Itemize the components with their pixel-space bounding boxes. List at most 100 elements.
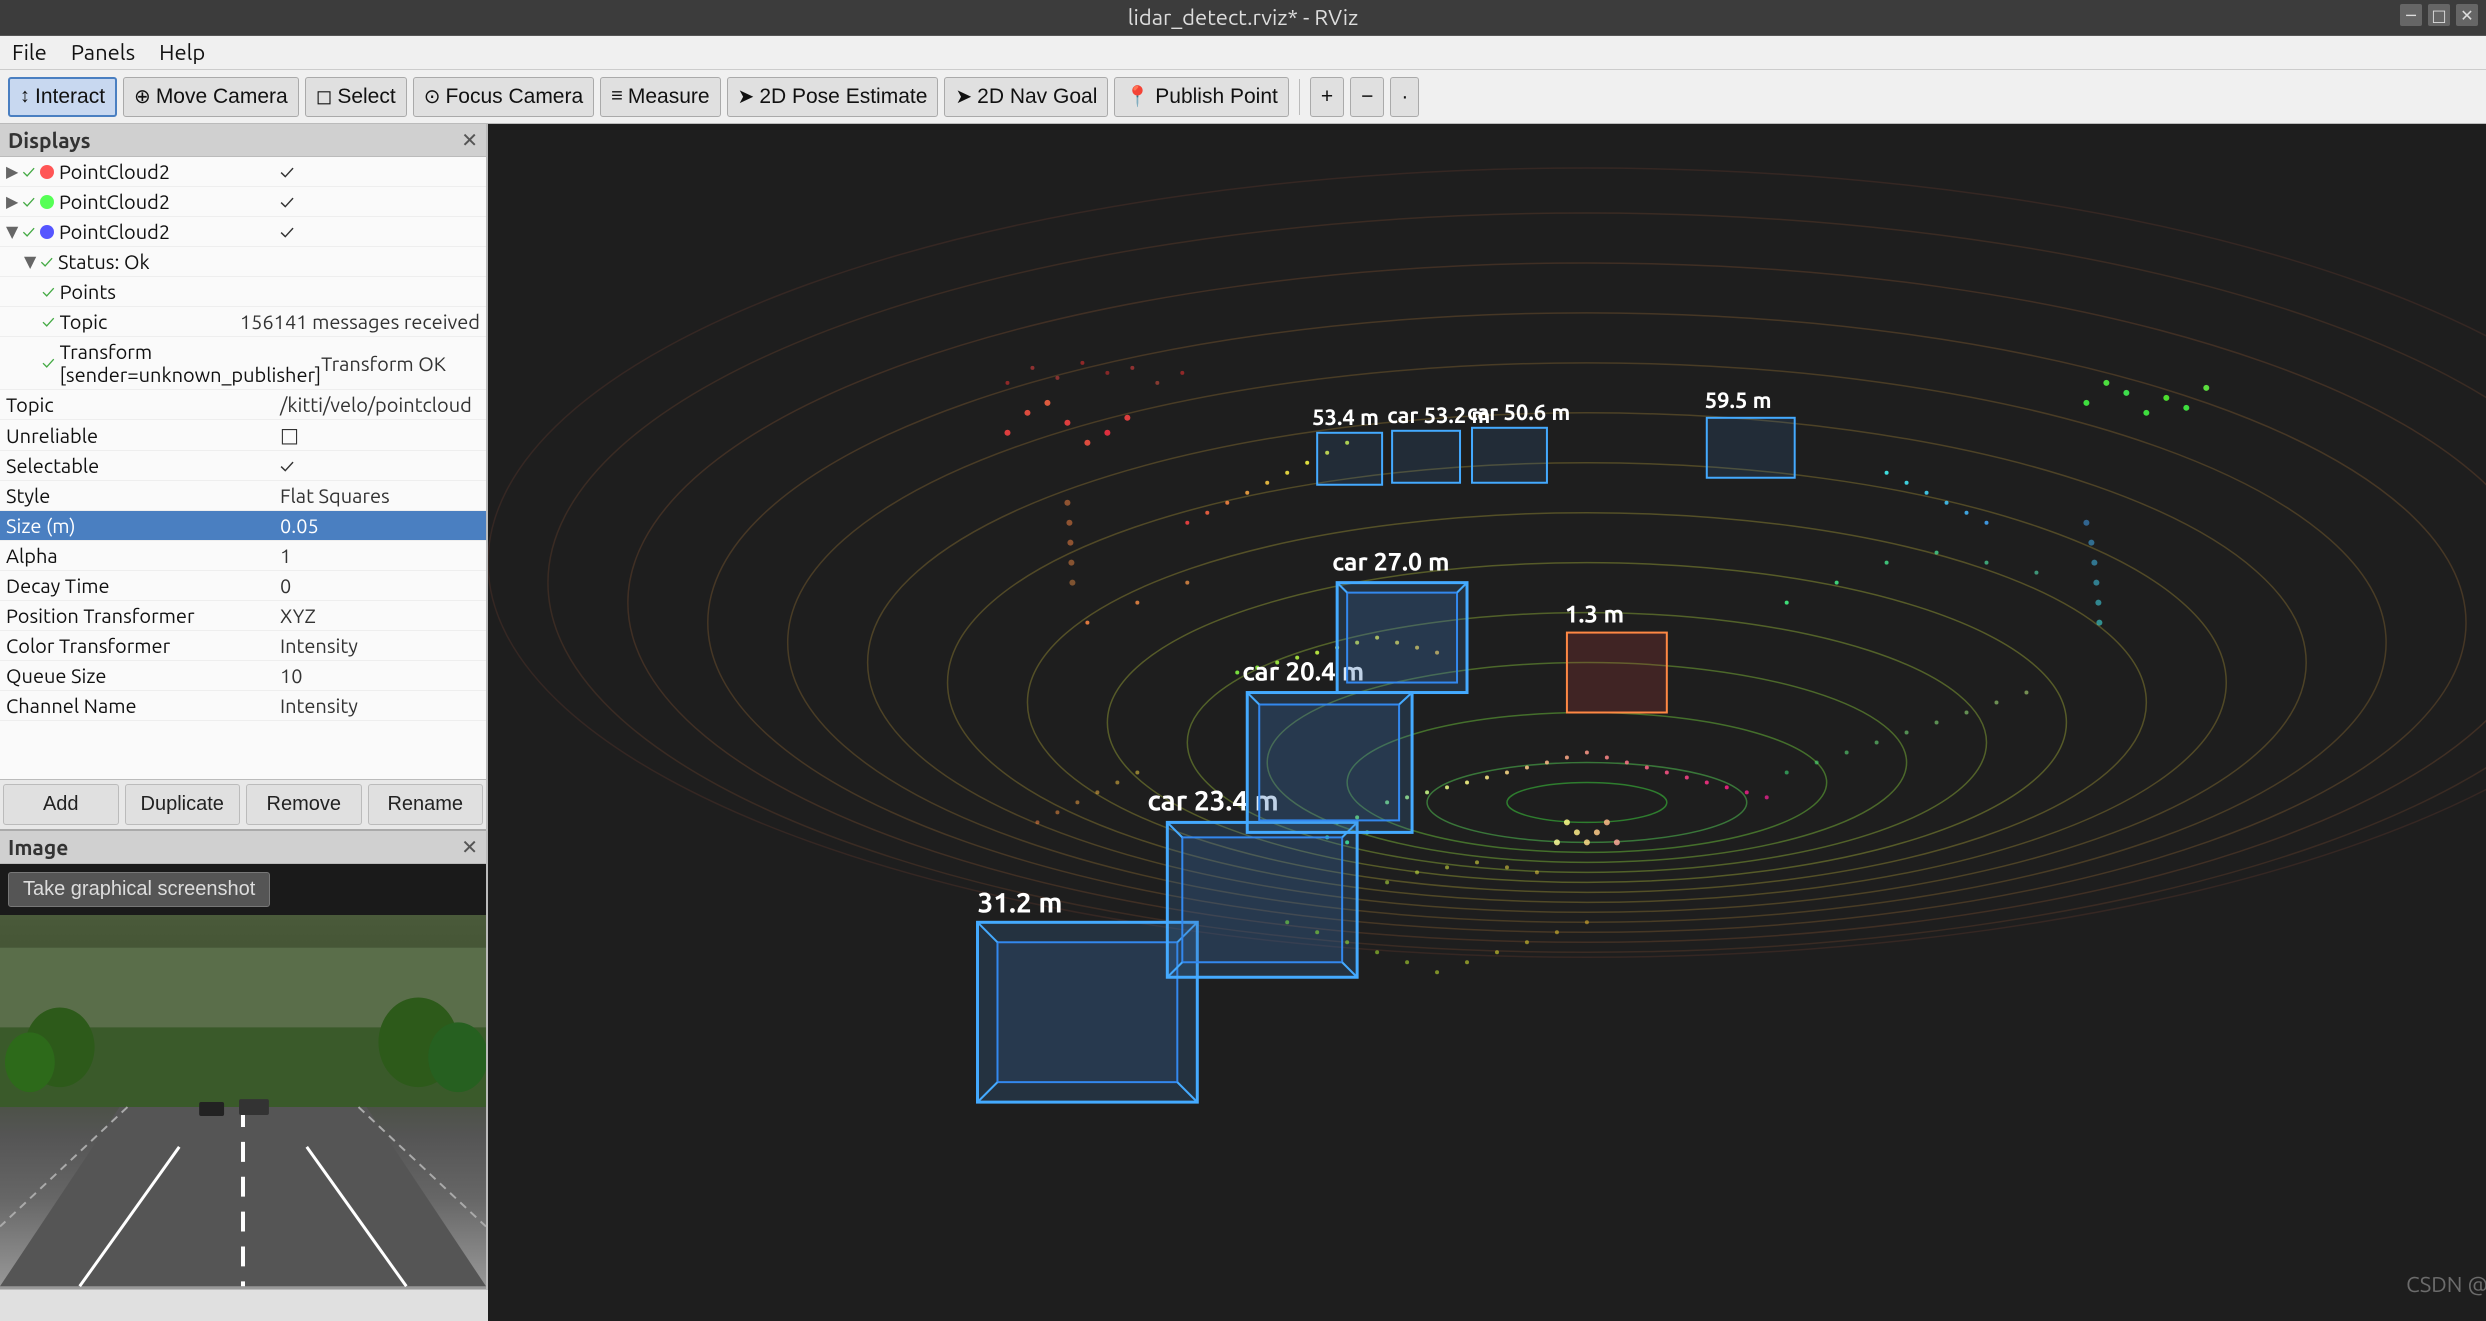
- image-close-button[interactable]: ✕: [461, 835, 478, 859]
- tree-label: Selectable: [6, 454, 280, 477]
- dot-button[interactable]: ·: [1390, 77, 1419, 117]
- measure-button[interactable]: ≡ Measure: [600, 77, 720, 117]
- tree-value: Transform OK: [321, 352, 486, 375]
- pose-estimate-button[interactable]: ➤ 2D Pose Estimate: [727, 77, 939, 117]
- pc-color-dot: [40, 225, 54, 239]
- tree-label: Topic: [60, 310, 240, 333]
- measure-icon: ≡: [611, 85, 623, 108]
- tree-expand-icon: ▶: [6, 162, 18, 181]
- publish-point-icon: 📍: [1125, 84, 1150, 109]
- lidar-point-cloud: 31.2 m car 23.4 m car 20.4 m: [488, 124, 2486, 1321]
- tree-row-unreliable[interactable]: Unreliable □: [0, 420, 486, 451]
- tree-row-topic-msg[interactable]: ✓ Topic 156141 messages received: [0, 307, 486, 337]
- minimize-button[interactable]: ─: [2400, 4, 2422, 26]
- focus-camera-button[interactable]: ⊙ Focus Camera: [413, 77, 594, 117]
- tree-value: □: [280, 423, 480, 447]
- tree-row-queue-size[interactable]: Queue Size 10: [0, 661, 486, 691]
- move-camera-button[interactable]: ⊕ Move Camera: [123, 77, 299, 117]
- tree-value: Flat Squares: [280, 484, 480, 507]
- tree-row-color-transform[interactable]: Color Transformer Intensity: [0, 631, 486, 661]
- window-title: lidar_detect.rviz* - RViz: [1128, 5, 1358, 30]
- displays-section: Displays ✕ ▶ ✓ PointCloud2 ✓ ▶ ✓ PointCl…: [0, 124, 486, 831]
- tree-check-right: ✓: [280, 160, 480, 183]
- tree-label: Size (m): [6, 514, 280, 537]
- tree-row-alpha[interactable]: Alpha 1: [0, 541, 486, 571]
- rename-button[interactable]: Rename: [368, 784, 484, 825]
- main-layout: Displays ✕ ▶ ✓ PointCloud2 ✓ ▶ ✓ PointCl…: [0, 124, 2486, 1321]
- 3d-viewport[interactable]: 31.2 m car 23.4 m car 20.4 m: [488, 124, 2486, 1321]
- maximize-button[interactable]: □: [2428, 4, 2450, 26]
- tree-row-style[interactable]: Style Flat Squares: [0, 481, 486, 511]
- tree-row-size[interactable]: Size (m) 0.05: [0, 511, 486, 541]
- tree-value: 10: [280, 664, 480, 687]
- statusbar: [0, 1289, 488, 1321]
- tree-expand-icon: ▶: [6, 192, 18, 211]
- select-button[interactable]: ◻ Select: [305, 77, 407, 117]
- tree-row-selectable[interactable]: Selectable ✓: [0, 451, 486, 481]
- menu-help[interactable]: Help: [159, 40, 205, 65]
- detection-27m: car 27.0 m: [1332, 548, 1467, 693]
- tree-value: 1: [280, 544, 480, 567]
- nav-goal-button[interactable]: ➤ 2D Nav Goal: [944, 77, 1108, 117]
- menu-panels[interactable]: Panels: [71, 40, 135, 65]
- tree-label: Points: [60, 280, 480, 303]
- tree-row-points[interactable]: ✓ Points: [0, 277, 486, 307]
- move-camera-label: Move Camera: [156, 85, 288, 109]
- tree-row-status[interactable]: ▼ ✓ Status: Ok: [0, 247, 486, 277]
- toolbar-separator-1: [1299, 79, 1300, 115]
- tree-row-pos-transform[interactable]: Position Transformer XYZ: [0, 601, 486, 631]
- tree-label: Transform [sender=unknown_publisher]: [60, 340, 322, 386]
- tree-label: PointCloud2: [59, 220, 280, 243]
- tree-label: Alpha: [6, 544, 280, 567]
- tree-row-pc2[interactable]: ▶ ✓ PointCloud2 ✓: [0, 187, 486, 217]
- tree-check-icon: ✓: [40, 252, 53, 272]
- menu-file[interactable]: File: [12, 40, 47, 65]
- tree-label: Decay Time: [6, 574, 280, 597]
- tree-value: XYZ: [280, 604, 480, 627]
- publish-point-button[interactable]: 📍 Publish Point: [1114, 77, 1288, 117]
- tree-expand-icon: ▼: [6, 222, 18, 241]
- focus-camera-label: Focus Camera: [445, 85, 583, 109]
- tree-label: Channel Name: [6, 694, 280, 717]
- tree-check-icon: ✓: [22, 222, 35, 242]
- tree-check-icon: ✓: [42, 312, 55, 332]
- add-button[interactable]: Add: [3, 784, 119, 825]
- tree-value: 0.05: [280, 514, 480, 537]
- tree-row-topic[interactable]: Topic /kitti/velo/pointcloud: [0, 390, 486, 420]
- tree-value: Intensity: [280, 634, 480, 657]
- publish-point-label: Publish Point: [1155, 85, 1278, 109]
- screenshot-button[interactable]: Take graphical screenshot: [8, 872, 270, 907]
- toolbar: ↕ Interact ⊕ Move Camera ◻ Select ⊙ Focu…: [0, 70, 2486, 124]
- tree-value: 156141 messages received: [240, 310, 480, 333]
- tree-label: Queue Size: [6, 664, 280, 687]
- menubar: File Panels Help: [0, 36, 2486, 70]
- tree-label: Style: [6, 484, 280, 507]
- close-button[interactable]: ✕: [2456, 4, 2478, 26]
- interact-label: Interact: [35, 85, 105, 109]
- select-label: Select: [337, 85, 395, 109]
- dist-label-53-4: 53.4 m: [1312, 406, 1379, 430]
- tree-row-pc3[interactable]: ▼ ✓ PointCloud2 ✓: [0, 217, 486, 247]
- plus-button[interactable]: +: [1310, 77, 1344, 117]
- dist-label-27: car 27.0 m: [1332, 548, 1449, 576]
- tree-check-right: ✓: [280, 220, 480, 243]
- remove-button[interactable]: Remove: [246, 784, 362, 825]
- tree-row-pc1[interactable]: ▶ ✓ PointCloud2 ✓: [0, 157, 486, 187]
- displays-header: Displays ✕: [0, 124, 486, 157]
- displays-buttons: Add Duplicate Remove Rename: [0, 779, 486, 829]
- nav-goal-icon: ➤: [955, 84, 972, 109]
- interact-icon: ↕: [20, 85, 30, 108]
- displays-close-button[interactable]: ✕: [461, 128, 478, 152]
- tree-row-decay[interactable]: Decay Time 0: [0, 571, 486, 601]
- tree-row-transform[interactable]: ✓ Transform [sender=unknown_publisher] T…: [0, 337, 486, 390]
- tree-row-channel[interactable]: Channel Name Intensity: [0, 691, 486, 721]
- interact-button[interactable]: ↕ Interact: [8, 77, 117, 117]
- minus-button[interactable]: −: [1350, 77, 1384, 117]
- move-camera-icon: ⊕: [134, 84, 151, 109]
- duplicate-button[interactable]: Duplicate: [125, 784, 241, 825]
- displays-tree[interactable]: ▶ ✓ PointCloud2 ✓ ▶ ✓ PointCloud2 ✓ ▼: [0, 157, 486, 779]
- pc-color-dot: [40, 195, 54, 209]
- tree-value: 0: [280, 574, 480, 597]
- tree-check-icon: ✓: [42, 353, 55, 373]
- dist-label-50-6: car 50.6 m: [1467, 401, 1570, 425]
